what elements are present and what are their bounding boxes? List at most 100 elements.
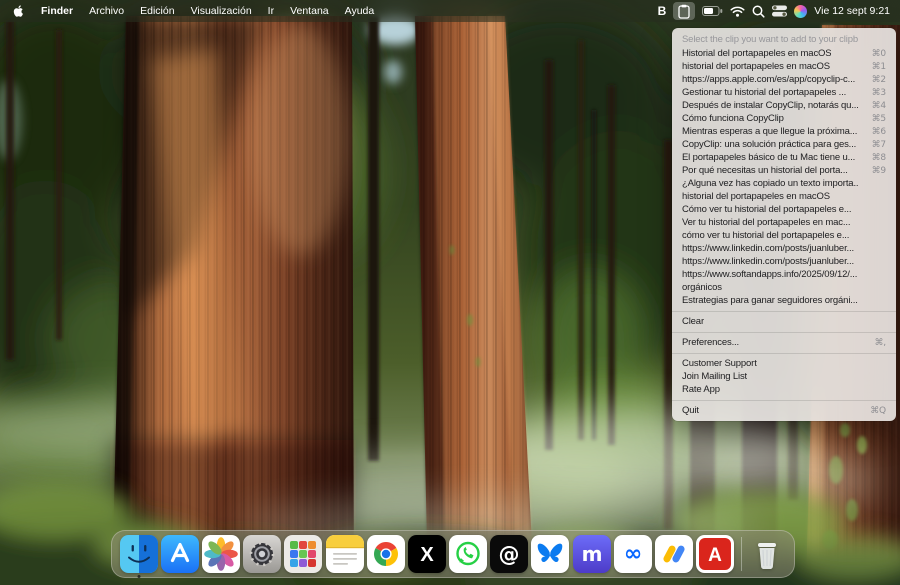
dock-item-x[interactable]: X	[407, 535, 446, 573]
dock-item-app-store[interactable]	[160, 535, 199, 573]
dock-item-photos[interactable]	[201, 535, 240, 573]
control-center-icon[interactable]	[772, 2, 788, 20]
clip-label: Estrategias para ganar seguidores orgáni…	[682, 295, 858, 306]
battery-icon[interactable]	[702, 2, 723, 20]
clip-menu-item[interactable]: cómo ver tu historial del portapapeles e…	[672, 229, 896, 242]
menu-extra-b-icon[interactable]: B	[658, 2, 667, 20]
dock-item-system-settings[interactable]	[243, 535, 282, 573]
clip-label: https://www.softandapps.info/2025/09/12/…	[682, 269, 858, 280]
clip-shortcut: ⌘1	[871, 61, 887, 72]
dock-item-mastodon[interactable]: m	[572, 535, 611, 573]
menu-bar-clock[interactable]: Vie 12 sept 9:21	[814, 5, 892, 17]
copyclip-dropdown-menu: Select the clip you want to add to your …	[672, 28, 896, 421]
dock-item-red-a[interactable]: A	[696, 535, 735, 573]
siri-icon[interactable]	[794, 4, 808, 18]
customer-support-label: Customer Support	[682, 358, 757, 369]
clip-label: Gestionar tu historial del portapapeles …	[682, 87, 847, 98]
clip-label: historial del portapapeles en macOS	[682, 191, 830, 202]
clip-menu-item[interactable]: orgánicos	[672, 281, 896, 294]
rate-app-menu-item[interactable]: Rate App	[672, 383, 896, 396]
menu-bar: Finder Archivo Edición Visualización Ir …	[0, 0, 900, 22]
menu-separator	[672, 352, 896, 354]
clip-menu-item[interactable]: Historial del portapapeles en macOS ⌘0	[672, 47, 896, 60]
dock-item-meta[interactable]: ∞	[613, 535, 652, 573]
menu-bar-item-ayuda[interactable]: Ayuda	[337, 5, 383, 17]
clip-label: https://apps.apple.com/es/app/copyclip-c…	[682, 74, 856, 85]
clip-menu-header: Select the clip you want to add to your …	[672, 32, 896, 47]
clip-menu-item[interactable]: Estrategias para ganar seguidores orgáni…	[672, 294, 896, 307]
menu-bar-status-area: B Vie 12 sept 9:21	[658, 2, 892, 20]
bluesky-icon	[531, 535, 570, 573]
quit-label: Quit	[682, 405, 699, 416]
clip-menu-item[interactable]: https://www.softandapps.info/2025/09/12/…	[672, 268, 896, 281]
meta-icon: ∞	[613, 535, 652, 573]
menu-separator	[672, 310, 896, 312]
join-mailing-list-menu-item[interactable]: Join Mailing List	[672, 370, 896, 383]
clip-menu-item[interactable]: CopyClip: una solución práctica para ges…	[672, 138, 896, 151]
photos-icon	[201, 535, 240, 573]
preferences-menu-item[interactable]: Preferences... ⌘,	[672, 336, 896, 349]
clip-menu-item[interactable]: El portapapeles básico de tu Mac tiene u…	[672, 151, 896, 164]
clip-label: Después de instalar CopyClip, notarás qu…	[682, 100, 858, 111]
clip-menu-item[interactable]: Cómo ver tu historial del portapapeles e…	[672, 203, 896, 216]
customer-support-menu-item[interactable]: Customer Support	[672, 357, 896, 370]
clear-menu-item[interactable]: Clear	[672, 315, 896, 328]
notes-icon	[325, 535, 364, 573]
clear-label: Clear	[682, 316, 704, 327]
clip-shortcut: ⌘5	[871, 113, 887, 124]
clip-menu-item[interactable]: Cómo funciona CopyClip ⌘5	[672, 112, 896, 125]
menu-bar-item-ventana[interactable]: Ventana	[282, 5, 337, 17]
clip-shortcut: ⌘8	[871, 152, 887, 163]
menu-bar-item-visualizacion[interactable]: Visualización	[183, 5, 260, 17]
rate-app-label: Rate App	[682, 384, 720, 395]
clip-shortcut: ⌘4	[871, 100, 887, 111]
menu-bar-item-ir[interactable]: Ir	[260, 5, 282, 17]
clip-menu-item[interactable]: https://www.linkedin.com/posts/juanluber…	[672, 255, 896, 268]
dock-item-trash[interactable]	[748, 535, 786, 573]
menu-separator	[672, 331, 896, 333]
clip-menu-header-label: Select the clip you want to add to your …	[682, 34, 858, 45]
dock-item-bluesky[interactable]	[531, 535, 570, 573]
clip-menu-item[interactable]: historial del portapapeles en macOS	[672, 190, 896, 203]
dock-item-chrome[interactable]	[366, 535, 405, 573]
dock-item-whatsapp[interactable]	[449, 535, 488, 573]
spotlight-search-icon[interactable]	[752, 2, 765, 20]
dock-item-finder[interactable]	[119, 535, 158, 578]
menu-separator	[672, 399, 896, 401]
clip-shortcut: ⌘6	[871, 126, 887, 137]
whatsapp-icon	[449, 535, 488, 573]
trash-icon	[758, 543, 777, 569]
preferences-label: Preferences...	[682, 337, 740, 348]
clip-menu-item[interactable]: historial del portapapeles en macOS ⌘1	[672, 60, 896, 73]
clip-shortcut: ⌘7	[871, 139, 887, 150]
clip-menu-item[interactable]: ¿Alguna vez has copiado un texto importa…	[672, 177, 896, 190]
clip-menu-item[interactable]: Gestionar tu historial del portapapeles …	[672, 86, 896, 99]
dock-item-notes[interactable]	[325, 535, 364, 573]
copyclip-clipboard-icon[interactable]	[673, 2, 696, 20]
clip-label: Historial del portapapeles en macOS	[682, 48, 832, 59]
clip-menu-item[interactable]: https://www.linkedin.com/posts/juanluber…	[672, 242, 896, 255]
clip-shortcut: ⌘0	[871, 48, 887, 59]
clip-menu-item[interactable]: Ver tu historial del portapapeles en mac…	[672, 216, 896, 229]
dock-item-threads[interactable]: @	[490, 535, 529, 573]
menu-bar-item-finder[interactable]: Finder	[33, 5, 81, 17]
apple-menu-icon[interactable]	[8, 4, 33, 18]
menu-bar-item-archivo[interactable]: Archivo	[81, 5, 132, 17]
clip-label: Por qué necesitas un historial del porta…	[682, 165, 848, 176]
mastodon-icon: m	[572, 535, 611, 573]
clip-menu-item[interactable]: https://apps.apple.com/es/app/copyclip-c…	[672, 73, 896, 86]
quit-menu-item[interactable]: Quit ⌘Q	[672, 404, 896, 417]
dock-item-google-adsense[interactable]	[655, 535, 694, 573]
clip-menu-item[interactable]: Por qué necesitas un historial del porta…	[672, 164, 896, 177]
menu-bar-item-edicion[interactable]: Edición	[132, 5, 182, 17]
launchpad-icon	[284, 535, 323, 573]
clip-shortcut: ⌘2	[871, 74, 887, 85]
preferences-shortcut: ⌘,	[874, 337, 886, 348]
dock-item-launchpad[interactable]	[284, 535, 323, 573]
threads-icon: @	[490, 535, 529, 573]
wifi-icon[interactable]	[730, 2, 745, 20]
red-a-app-icon: A	[696, 535, 735, 573]
chrome-icon	[366, 535, 405, 573]
clip-menu-item[interactable]: Mientras esperas a que llegue la próxima…	[672, 125, 896, 138]
clip-menu-item[interactable]: Después de instalar CopyClip, notarás qu…	[672, 99, 896, 112]
